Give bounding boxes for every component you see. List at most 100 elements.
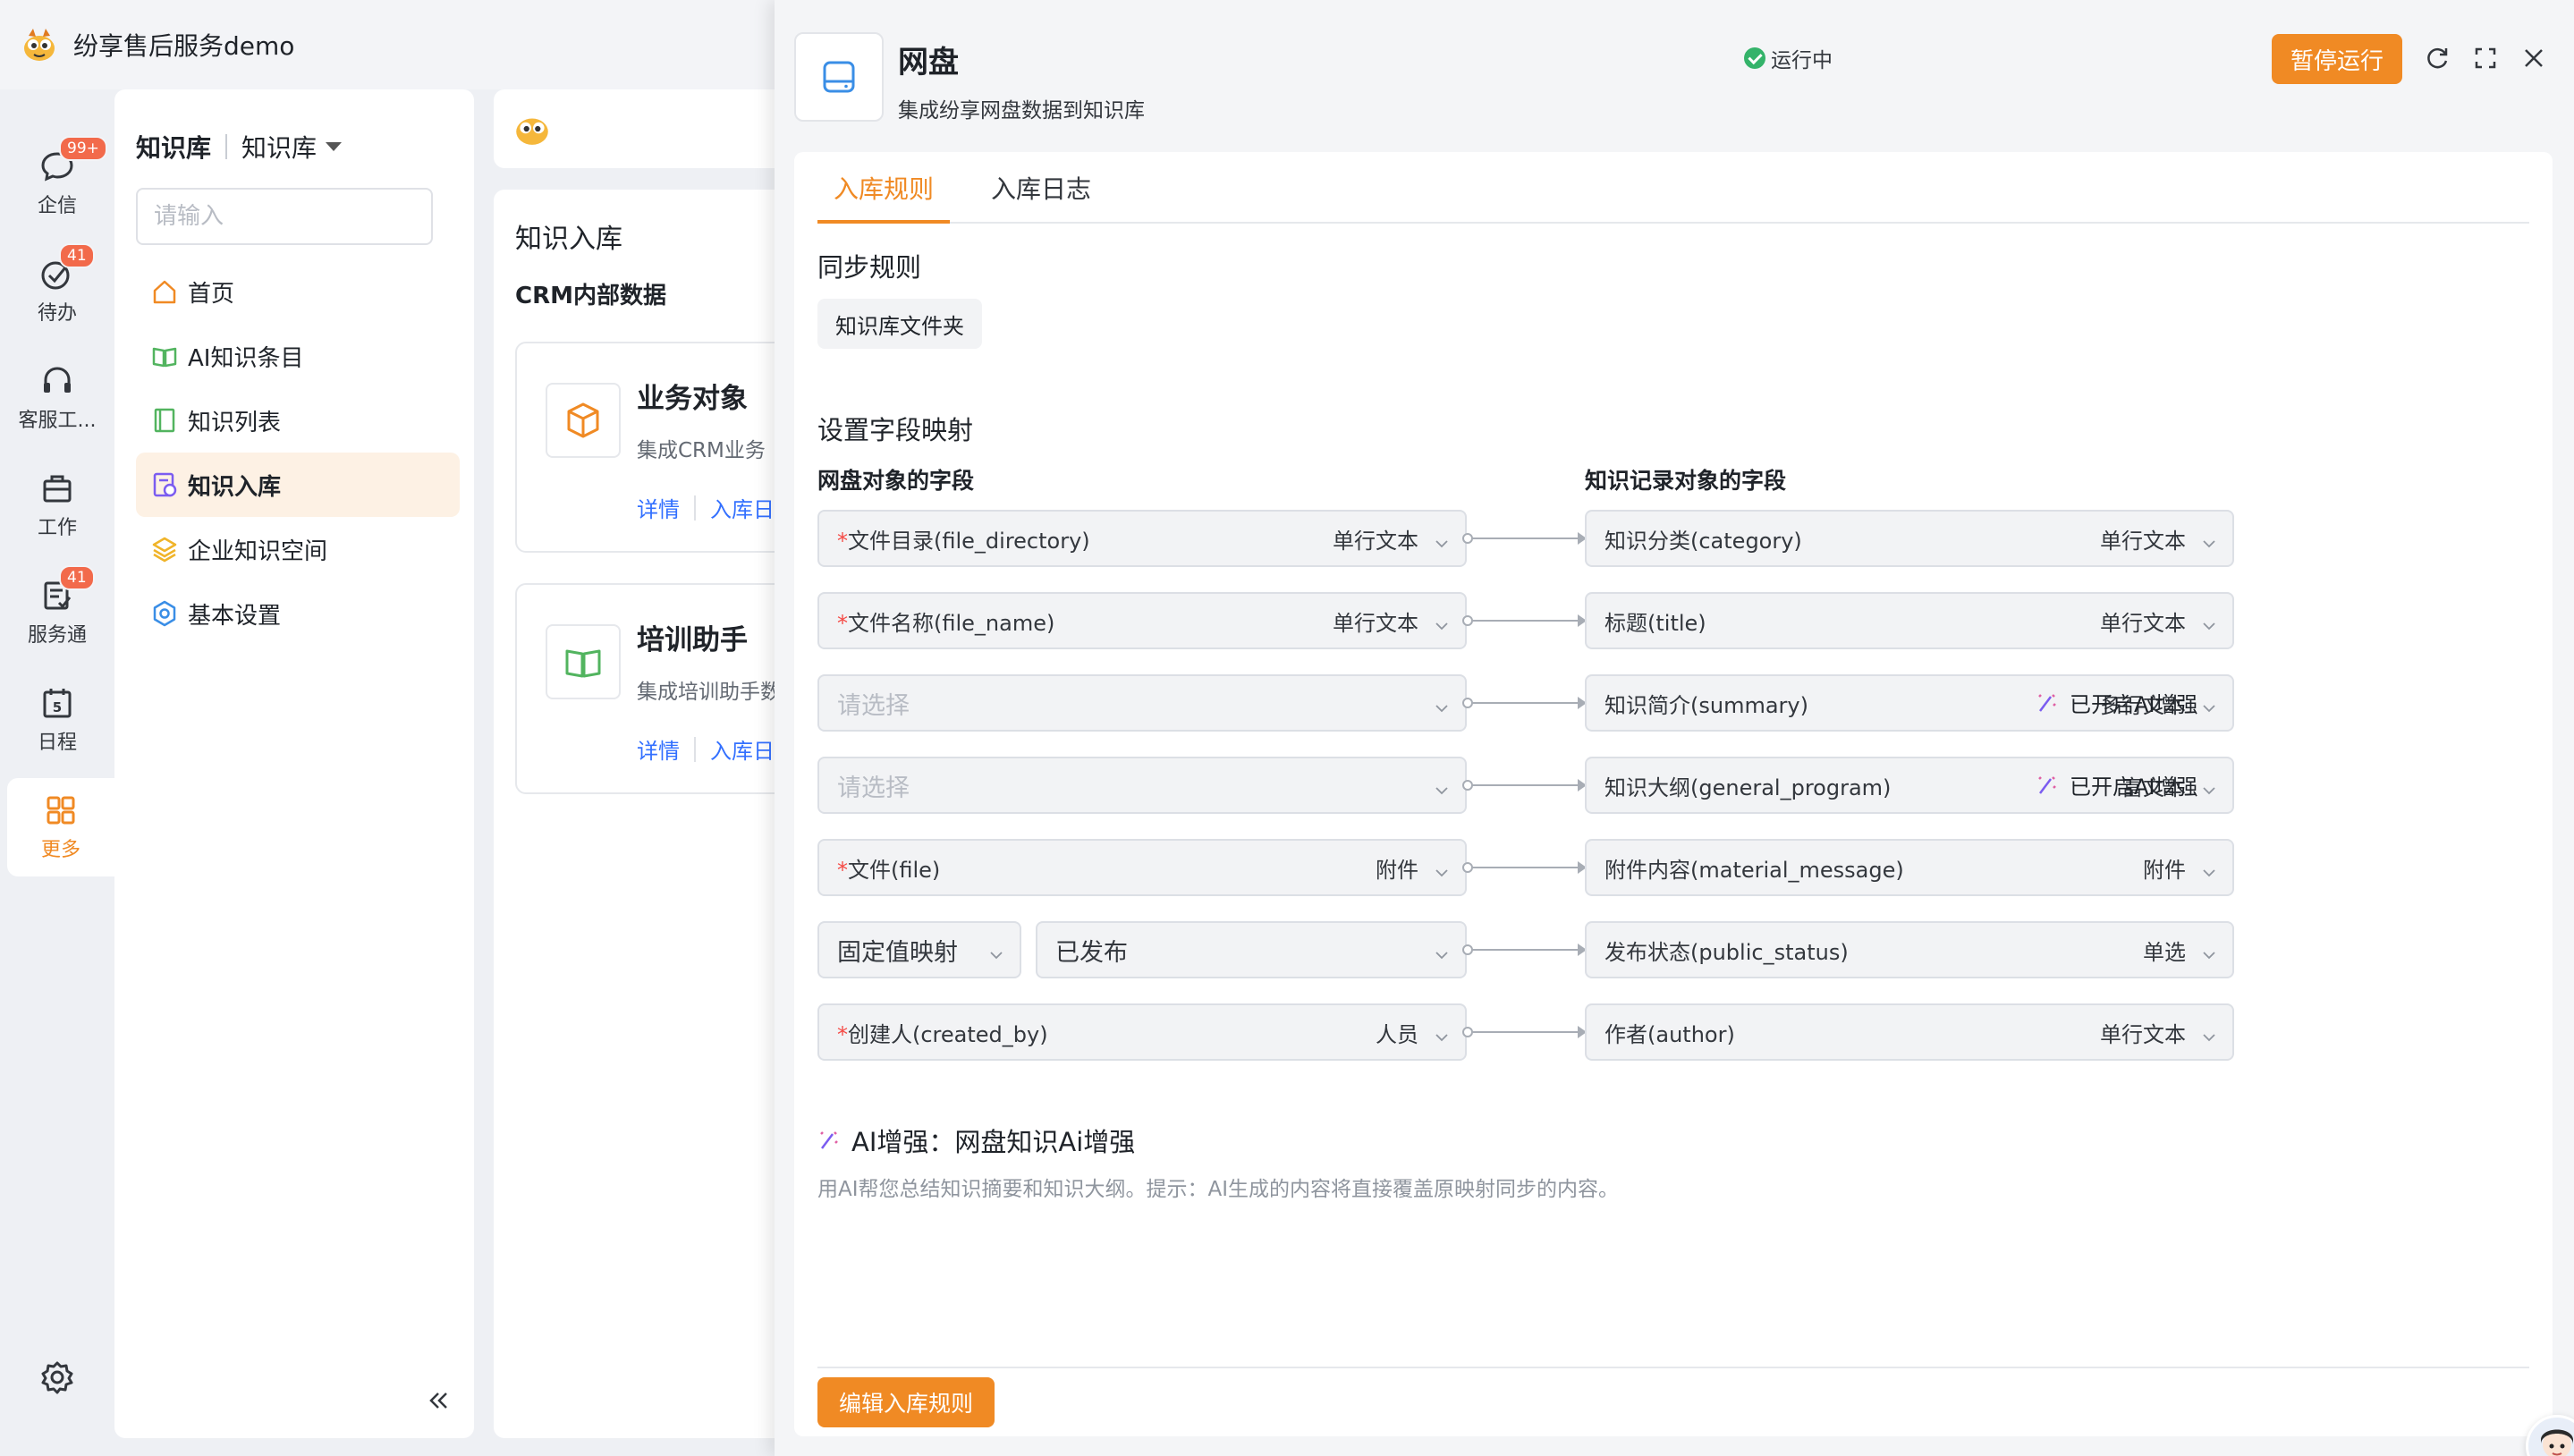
rail-item-customer-service[interactable]: 客服工... [0,349,114,447]
target-field-label: 作者(author) [1605,1021,1735,1047]
knowledge-sidebar: 知识库 知识库 首页 AI知识条目 知识列表 知识入库 企业知识空间 基本设置 [114,89,474,1438]
ai-enabled-flag: 已开启AI增强 [2036,687,2198,718]
ai-flag-label: 已开启AI增强 [2070,775,2198,800]
kb-nav-space[interactable]: 企业知识空间 [136,517,460,581]
source-field-select[interactable]: 请选择 [817,674,1467,732]
gear-icon[interactable] [39,1359,75,1395]
calendar-day: 5 [53,699,62,715]
field-type: 单行文本 [2100,610,2186,636]
fullscreen-icon[interactable] [2470,43,2501,73]
ai-section-title-text: AI增强：网盘知识Ai增强 [851,1127,1136,1157]
rail-item-label: 工作 [37,517,77,539]
source-field-label: 文件名称(file_name) [848,610,1055,636]
kb-nav-settings[interactable]: 基本设置 [136,581,460,646]
kb-search-input[interactable] [136,188,433,245]
mascot-icon [512,107,553,148]
source-field-select[interactable]: 请选择 [817,757,1467,814]
status-badge: 运行中 [1744,43,1833,73]
chevron-down-icon [1435,1025,1449,1042]
mapping-mode-select[interactable]: 固定值映射 [817,921,1021,978]
assistant-avatar-icon[interactable] [2526,1415,2574,1456]
mapping-connector [1462,944,1587,956]
kb-nav: 首页 AI知识条目 知识列表 知识入库 企业知识空间 基本设置 [136,259,460,646]
fixed-value-select[interactable]: 已发布 [1036,921,1467,978]
kb-nav-label: 知识列表 [188,409,282,436]
rail-item-chat[interactable]: 99+ 企信 [0,134,114,233]
divider [817,1367,2529,1368]
kb-nav-label: AI知识条目 [188,344,304,372]
collapse-double-chevron-icon[interactable] [424,1386,453,1415]
kb-nav-ai-entries[interactable]: AI知识条目 [136,324,460,388]
source-field-select[interactable]: *文件名称(file_name) 单行文本 [817,592,1467,649]
drawer-body: 入库规则 入库日志 同步规则 知识库文件夹 设置字段映射 网盘对象的字段 知识记… [794,152,2574,1456]
target-field-select[interactable]: 作者(author) 单行文本 [1585,1003,2234,1061]
rail-item-todo[interactable]: 41 待办 [0,241,114,340]
tab-import-rules[interactable]: 入库规则 [817,152,951,224]
app-title: 纷享售后服务demo [73,31,295,61]
source-field-select[interactable]: *文件目录(file_directory) 单行文本 [817,510,1467,567]
tab-bar: 入库规则 入库日志 [817,152,2529,224]
rail-badge: 99+ [59,136,107,161]
required-mark: * [837,528,848,554]
kb-nav-home[interactable]: 首页 [136,259,460,324]
kb-switcher[interactable]: 知识库 [241,129,317,165]
kb-nav-label: 企业知识空间 [188,538,328,565]
kb-title: 知识库 [136,133,212,163]
card-detail-link[interactable]: 详情 [637,733,680,765]
rail-item-label: 日程 [37,732,77,754]
rail-item-label: 更多 [40,839,80,861]
source-field-select[interactable]: *文件(file) 附件 [817,839,1467,896]
chevron-down-icon [2202,860,2216,877]
target-field-select[interactable]: 知识分类(category) 单行文本 [1585,510,2234,567]
rail-badge: 41 [59,243,95,268]
integration-card[interactable]: 培训助手 集成培训助手数 详情 入库日 [515,583,816,794]
chevron-down-icon [1435,778,1449,795]
kb-nav-list[interactable]: 知识列表 [136,388,460,453]
tab-import-log[interactable]: 入库日志 [975,152,1107,224]
rail-item-more[interactable]: 更多 [7,778,114,876]
target-field-select[interactable]: 附件内容(material_message) 附件 [1585,839,2234,896]
right-column-header: 知识记录对象的字段 [1585,468,1787,494]
fixed-value-label: 已发布 [1055,938,1128,967]
drawer-description: 集成纷享网盘数据到知识库 [898,99,1145,123]
rail-item-service[interactable]: 41 服务通 [0,563,114,662]
card-detail-link[interactable]: 详情 [637,492,680,523]
refresh-icon[interactable] [2422,43,2452,73]
card-log-link[interactable]: 入库日 [710,492,775,523]
section-subtitle: CRM内部数据 [515,283,666,309]
magic-wand-icon [2038,693,2056,712]
source-field-placeholder: 请选择 [837,691,910,720]
section-title: 知识入库 [515,224,622,255]
edit-rules-button[interactable]: 编辑入库规则 [817,1377,995,1427]
target-field-label: 标题(title) [1605,610,1706,636]
chevron-down-icon [1435,531,1449,548]
rail-item-work[interactable]: 工作 [0,456,114,554]
target-field-label: 附件内容(material_message) [1605,857,1904,883]
divider [225,134,228,159]
chevron-down-icon [2202,778,2216,795]
chevron-down-icon [2202,943,2216,960]
integration-card[interactable]: 业务对象 集成CRM业务 详情 入库日 [515,342,816,553]
check-circle-icon [1744,47,1765,69]
calendar-icon: 5 [39,685,75,721]
card-log-link[interactable]: 入库日 [710,733,775,765]
kb-nav-import[interactable]: 知识入库 [136,453,460,517]
ai-enabled-flag: 已开启AI增强 [2036,769,2198,800]
kb-nav-label: 首页 [188,280,235,308]
status-text: 运行中 [1771,49,1833,72]
close-icon[interactable] [2519,43,2549,73]
pause-button[interactable]: 暂停运行 [2272,34,2402,84]
layers-icon [150,535,179,563]
mapping-title: 设置字段映射 [817,415,974,445]
caret-down-icon[interactable] [326,142,343,151]
mapping-connector [1462,532,1587,545]
book-icon [150,342,179,370]
headset-icon [39,363,75,399]
divider [694,495,696,521]
source-field-select[interactable]: *创建人(created_by) 人员 [817,1003,1467,1061]
target-field-select[interactable]: 标题(title) 单行文本 [1585,592,2234,649]
rail-item-calendar[interactable]: 5 日程 [0,671,114,769]
target-field-select[interactable]: 发布状态(public_status) 单选 [1585,921,2234,978]
field-type: 单行文本 [1333,528,1418,554]
field-type: 单行文本 [2100,528,2186,554]
